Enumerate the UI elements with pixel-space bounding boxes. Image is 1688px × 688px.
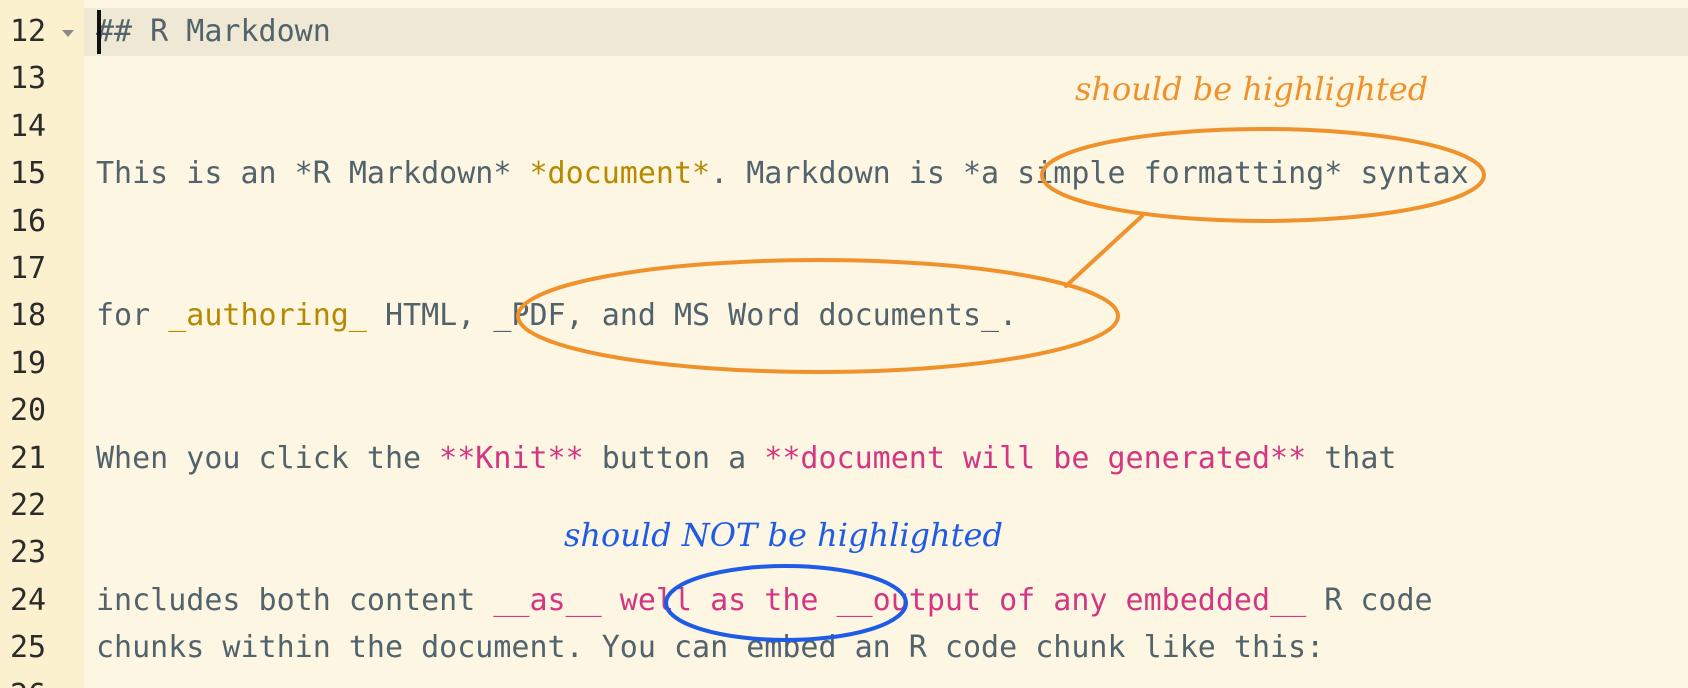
code-token-em: _authoring_ bbox=[168, 298, 367, 334]
code-line[interactable]: chunks within the document. You can embe… bbox=[96, 624, 1324, 672]
code-token-strong: **document will be generated** bbox=[764, 440, 1307, 476]
code-token-plain: button a bbox=[583, 440, 765, 476]
code-token-plain: HTML, _PDF, and MS Word documents_. bbox=[366, 298, 1018, 334]
code-token-strong: __output of any embedded__ bbox=[836, 582, 1307, 618]
code-token-plain: includes both content bbox=[96, 582, 494, 618]
code-token-strong: __as__ bbox=[493, 582, 602, 618]
code-token-plain: chunks within the document. You can embe… bbox=[96, 630, 1325, 666]
line-number: 21 bbox=[10, 440, 47, 476]
line-number: 26 bbox=[10, 672, 56, 688]
code-token-plain: . Markdown is *a simple formatting* synt… bbox=[710, 156, 1469, 192]
line-number: 17 bbox=[10, 251, 47, 286]
code-token-plain: R code bbox=[1306, 582, 1433, 618]
line-number: 15 bbox=[10, 156, 47, 192]
code-token-plain: When you click the bbox=[96, 440, 440, 476]
code-token-plain: This is an *R Markdown* bbox=[96, 156, 530, 192]
line-number: 25 bbox=[10, 630, 47, 666]
code-line[interactable]: When you click the **Knit** button a **d… bbox=[96, 435, 1396, 483]
should-be-highlighted-note: should be highlighted bbox=[1075, 70, 1429, 108]
fold-toggle-icon[interactable] bbox=[62, 30, 74, 37]
code-token-strong: well as the bbox=[619, 582, 819, 618]
line-number: 22 bbox=[10, 488, 47, 523]
line-number: 23 bbox=[10, 535, 47, 571]
code-line[interactable]: This is an *R Markdown* *document*. Mark… bbox=[96, 150, 1469, 198]
line-number: 12 bbox=[10, 14, 47, 49]
line-number: 19 bbox=[10, 345, 47, 381]
line-number: 16 bbox=[10, 203, 47, 239]
code-token-strong: **Knit** bbox=[439, 440, 584, 476]
line-number: 20 bbox=[10, 393, 47, 429]
code-editor[interactable]: 12 13 14 15 16 17 18 19 20 21 22 23 24 25 26 ## R Mark… bbox=[0, 0, 1688, 688]
line-number: 18 bbox=[10, 298, 47, 334]
line-number: 24 bbox=[10, 582, 47, 618]
line-number: 14 bbox=[10, 108, 47, 144]
should-not-be-highlighted-note: should NOT be highlighted bbox=[564, 516, 1003, 554]
highlight-connector-line bbox=[1064, 214, 1144, 288]
code-token-em: *document* bbox=[529, 156, 711, 192]
code-line[interactable]: ## R Markdown bbox=[96, 8, 331, 56]
text-cursor bbox=[97, 10, 101, 54]
code-line[interactable]: for _authoring_ HTML, _PDF, and MS Word … bbox=[96, 292, 1017, 340]
code-token-plain: that bbox=[1306, 440, 1397, 476]
line-number: 13 bbox=[10, 61, 47, 97]
code-token-plain: ## R Markdown bbox=[96, 14, 331, 49]
code-token-plain: for bbox=[96, 298, 169, 334]
line-number-gutter: 12 13 14 15 16 17 18 19 20 21 22 23 24 25 26 bbox=[0, 0, 84, 688]
code-line[interactable]: includes both content __as__ well as the… bbox=[96, 577, 1433, 625]
